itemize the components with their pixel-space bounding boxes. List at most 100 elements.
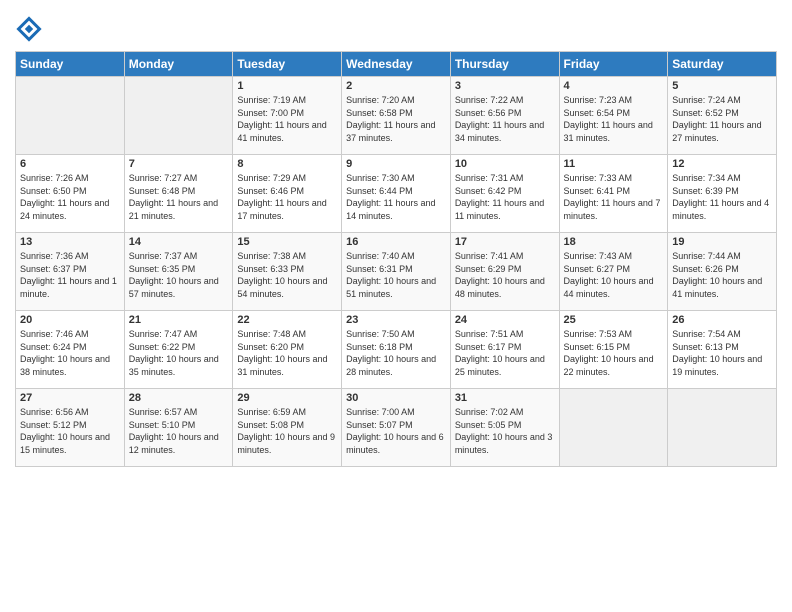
day-number: 6 (20, 158, 120, 170)
calendar-cell: 23 Sunrise: 7:50 AM Sunset: 6:18 PM Dayli… (342, 311, 451, 389)
cell-content: Sunrise: 7:53 AM Sunset: 6:15 PM Dayligh… (564, 328, 664, 378)
page-container: SundayMondayTuesdayWednesdayThursdayFrid… (0, 0, 792, 477)
calendar-week-3: 13 Sunrise: 7:36 AM Sunset: 6:37 PM Dayli… (16, 233, 777, 311)
cell-content: Sunrise: 7:38 AM Sunset: 6:33 PM Dayligh… (237, 250, 337, 300)
cell-content: Sunrise: 7:19 AM Sunset: 7:00 PM Dayligh… (237, 94, 337, 144)
cell-content: Sunrise: 6:59 AM Sunset: 5:08 PM Dayligh… (237, 406, 337, 456)
calendar-cell: 28 Sunrise: 6:57 AM Sunset: 5:10 PM Dayli… (124, 389, 233, 467)
calendar-cell (124, 77, 233, 155)
cell-content: Sunrise: 7:41 AM Sunset: 6:29 PM Dayligh… (455, 250, 555, 300)
calendar-cell: 19Sunrise: 7:44 AM Sunset: 6:26 PM Dayli… (668, 233, 777, 311)
cell-content: Sunrise: 7:27 AM Sunset: 6:48 PM Dayligh… (129, 172, 229, 222)
cell-content: Sunrise: 7:29 AM Sunset: 6:46 PM Dayligh… (237, 172, 337, 222)
cell-content: Sunrise: 7:47 AM Sunset: 6:22 PM Dayligh… (129, 328, 229, 378)
cell-content: Sunrise: 7:36 AM Sunset: 6:37 PM Dayligh… (20, 250, 120, 300)
calendar-cell: 22 Sunrise: 7:48 AM Sunset: 6:20 PM Dayli… (233, 311, 342, 389)
cell-content: Sunrise: 7:30 AM Sunset: 6:44 PM Dayligh… (346, 172, 446, 222)
header (15, 10, 777, 43)
cell-content: Sunrise: 7:00 AM Sunset: 5:07 PM Dayligh… (346, 406, 446, 456)
cell-content: Sunrise: 6:57 AM Sunset: 5:10 PM Dayligh… (129, 406, 229, 456)
weekday-header-tuesday: Tuesday (233, 52, 342, 77)
day-number: 15 (237, 236, 337, 248)
cell-content: Sunrise: 7:51 AM Sunset: 6:17 PM Dayligh… (455, 328, 555, 378)
day-number: 10 (455, 158, 555, 170)
day-number: 26 (672, 314, 772, 326)
day-number: 29 (237, 392, 337, 404)
calendar-cell: 8 Sunrise: 7:29 AM Sunset: 6:46 PM Daylig… (233, 155, 342, 233)
calendar-cell (16, 77, 125, 155)
weekday-header-row: SundayMondayTuesdayWednesdayThursdayFrid… (16, 52, 777, 77)
day-number: 30 (346, 392, 446, 404)
day-number: 23 (346, 314, 446, 326)
weekday-header-sunday: Sunday (16, 52, 125, 77)
cell-content: Sunrise: 7:46 AM Sunset: 6:24 PM Dayligh… (20, 328, 120, 378)
weekday-header-monday: Monday (124, 52, 233, 77)
day-number: 12 (672, 158, 772, 170)
calendar-cell: 13 Sunrise: 7:36 AM Sunset: 6:37 PM Dayli… (16, 233, 125, 311)
day-number: 2 (346, 80, 446, 92)
logo-icon (15, 15, 43, 43)
weekday-header-thursday: Thursday (450, 52, 559, 77)
cell-content: Sunrise: 7:20 AM Sunset: 6:58 PM Dayligh… (346, 94, 446, 144)
calendar-cell: 12 Sunrise: 7:34 AM Sunset: 6:39 PM Dayli… (668, 155, 777, 233)
cell-content: Sunrise: 7:23 AM Sunset: 6:54 PM Dayligh… (564, 94, 664, 144)
cell-content: Sunrise: 7:26 AM Sunset: 6:50 PM Dayligh… (20, 172, 120, 222)
cell-content: Sunrise: 7:37 AM Sunset: 6:35 PM Dayligh… (129, 250, 229, 300)
calendar-table: SundayMondayTuesdayWednesdayThursdayFrid… (15, 51, 777, 467)
cell-content: Sunrise: 7:34 AM Sunset: 6:39 PM Dayligh… (672, 172, 772, 222)
calendar-cell: 11 Sunrise: 7:33 AM Sunset: 6:41 PM Dayli… (559, 155, 668, 233)
calendar-cell: 21 Sunrise: 7:47 AM Sunset: 6:22 PM Dayli… (124, 311, 233, 389)
calendar-cell: 24 Sunrise: 7:51 AM Sunset: 6:17 PM Dayli… (450, 311, 559, 389)
day-number: 8 (237, 158, 337, 170)
cell-content: Sunrise: 7:22 AM Sunset: 6:56 PM Dayligh… (455, 94, 555, 144)
cell-content: Sunrise: 7:40 AM Sunset: 6:31 PM Dayligh… (346, 250, 446, 300)
day-number: 20 (20, 314, 120, 326)
calendar-cell (668, 389, 777, 467)
calendar-cell: 14Sunrise: 7:37 AM Sunset: 6:35 PM Dayli… (124, 233, 233, 311)
calendar-cell: 30 Sunrise: 7:00 AM Sunset: 5:07 PM Dayli… (342, 389, 451, 467)
cell-content: Sunrise: 7:31 AM Sunset: 6:42 PM Dayligh… (455, 172, 555, 222)
calendar-cell: 25 Sunrise: 7:53 AM Sunset: 6:15 PM Dayli… (559, 311, 668, 389)
calendar-week-5: 27 Sunrise: 6:56 AM Sunset: 5:12 PM Dayli… (16, 389, 777, 467)
day-number: 22 (237, 314, 337, 326)
cell-content: Sunrise: 7:33 AM Sunset: 6:41 PM Dayligh… (564, 172, 664, 222)
cell-content: Sunrise: 7:48 AM Sunset: 6:20 PM Dayligh… (237, 328, 337, 378)
day-number: 31 (455, 392, 555, 404)
calendar-cell: 6 Sunrise: 7:26 AM Sunset: 6:50 PM Daylig… (16, 155, 125, 233)
calendar-cell: 16 Sunrise: 7:40 AM Sunset: 6:31 PM Dayli… (342, 233, 451, 311)
calendar-cell (559, 389, 668, 467)
day-number: 3 (455, 80, 555, 92)
day-number: 1 (237, 80, 337, 92)
calendar-cell: 20 Sunrise: 7:46 AM Sunset: 6:24 PM Dayli… (16, 311, 125, 389)
day-number: 11 (564, 158, 664, 170)
calendar-cell: 3 Sunrise: 7:22 AM Sunset: 6:56 PM Daylig… (450, 77, 559, 155)
day-number: 5 (672, 80, 772, 92)
day-number: 25 (564, 314, 664, 326)
logo (15, 15, 45, 43)
day-number: 21 (129, 314, 229, 326)
calendar-cell: 29 Sunrise: 6:59 AM Sunset: 5:08 PM Dayli… (233, 389, 342, 467)
cell-content: Sunrise: 7:44 AM Sunset: 6:26 PM Dayligh… (672, 250, 772, 300)
calendar-cell: 9 Sunrise: 7:30 AM Sunset: 6:44 PM Daylig… (342, 155, 451, 233)
cell-content: Sunrise: 7:50 AM Sunset: 6:18 PM Dayligh… (346, 328, 446, 378)
day-number: 18 (564, 236, 664, 248)
calendar-cell: 2 Sunrise: 7:20 AM Sunset: 6:58 PM Daylig… (342, 77, 451, 155)
day-number: 28 (129, 392, 229, 404)
cell-content: Sunrise: 7:54 AM Sunset: 6:13 PM Dayligh… (672, 328, 772, 378)
day-number: 13 (20, 236, 120, 248)
calendar-cell: 31 Sunrise: 7:02 AM Sunset: 5:05 PM Dayli… (450, 389, 559, 467)
day-number: 17 (455, 236, 555, 248)
day-number: 24 (455, 314, 555, 326)
day-number: 9 (346, 158, 446, 170)
calendar-cell: 1 Sunrise: 7:19 AM Sunset: 7:00 PM Daylig… (233, 77, 342, 155)
weekday-header-saturday: Saturday (668, 52, 777, 77)
day-number: 27 (20, 392, 120, 404)
day-number: 16 (346, 236, 446, 248)
calendar-week-2: 6 Sunrise: 7:26 AM Sunset: 6:50 PM Daylig… (16, 155, 777, 233)
calendar-week-4: 20 Sunrise: 7:46 AM Sunset: 6:24 PM Dayli… (16, 311, 777, 389)
cell-content: Sunrise: 7:43 AM Sunset: 6:27 PM Dayligh… (564, 250, 664, 300)
calendar-cell: 26 Sunrise: 7:54 AM Sunset: 6:13 PM Dayli… (668, 311, 777, 389)
cell-content: Sunrise: 6:56 AM Sunset: 5:12 PM Dayligh… (20, 406, 120, 456)
calendar-week-1: 1 Sunrise: 7:19 AM Sunset: 7:00 PM Daylig… (16, 77, 777, 155)
cell-content: Sunrise: 7:02 AM Sunset: 5:05 PM Dayligh… (455, 406, 555, 456)
